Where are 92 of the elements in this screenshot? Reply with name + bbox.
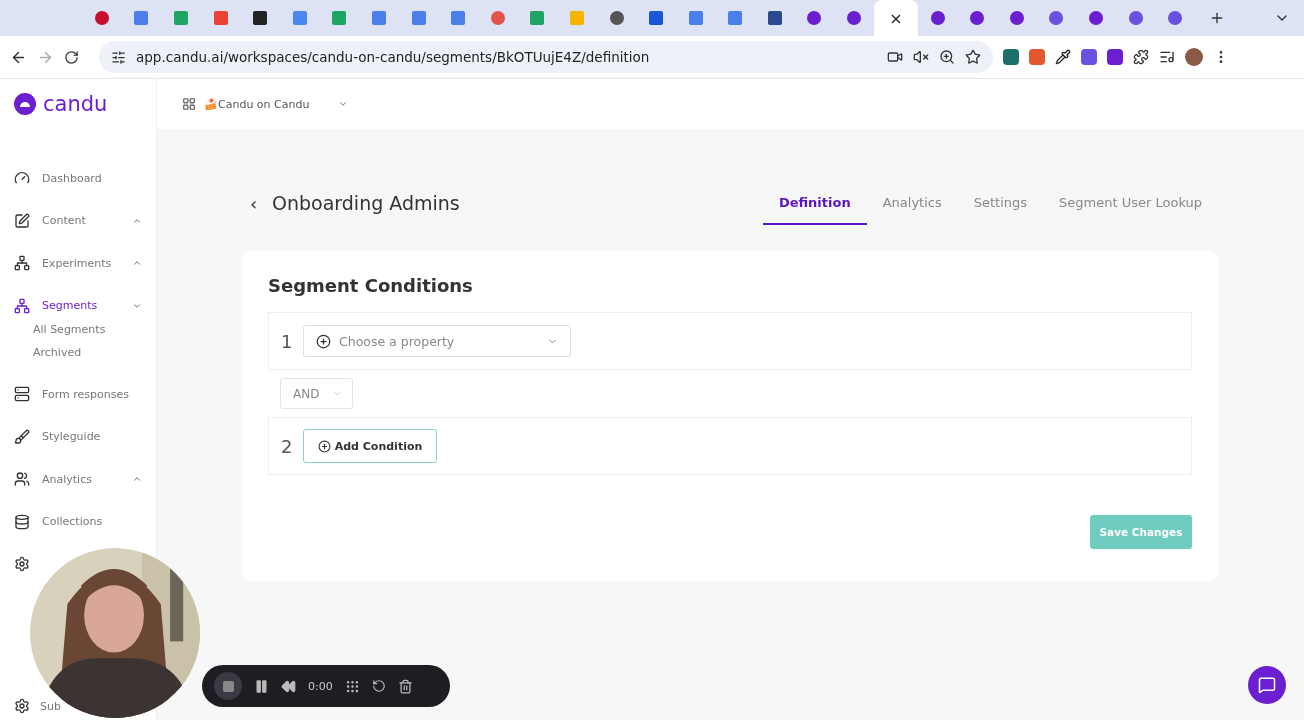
sidebar-item[interactable]: Analytics: [0, 468, 156, 490]
condition-number: 2: [281, 435, 293, 457]
camera-icon[interactable]: [887, 49, 903, 65]
rewind-icon[interactable]: [281, 678, 296, 694]
sidebar-item[interactable]: Collections: [0, 510, 103, 533]
tab-icon: [371, 11, 386, 25]
sidebar-item[interactable]: Content: [0, 209, 156, 232]
chat-icon: [1258, 676, 1276, 694]
extension-icon[interactable]: [1107, 49, 1123, 65]
grid-icon[interactable]: [344, 678, 360, 694]
site-settings-icon[interactable]: [111, 49, 126, 65]
stop-button[interactable]: [214, 672, 242, 700]
tab-icon: [930, 11, 945, 25]
condition-number: 1: [281, 330, 293, 352]
add-icon: [316, 333, 331, 349]
tab-icon: [970, 11, 985, 25]
workspace-selector[interactable]: 🍰Candu on Candu: [204, 97, 330, 111]
users-icon: [14, 471, 30, 487]
tab-icon: [609, 11, 624, 25]
chevron-down-icon: [338, 99, 348, 109]
extension-icon[interactable]: [1081, 49, 1097, 65]
page-tab[interactable]: Analytics: [866, 181, 958, 225]
database-icon: [14, 513, 30, 530]
sidebar-item[interactable]: Dashboard: [0, 167, 102, 189]
sidebar-item[interactable]: Segments: [0, 294, 156, 317]
tab-icon: [1009, 11, 1024, 25]
tab-icon: [292, 11, 307, 25]
tab-icon: [1089, 11, 1104, 25]
avatar-icon[interactable]: [1185, 48, 1203, 66]
page-tab[interactable]: Definition: [762, 181, 867, 225]
tab-icon: [174, 11, 188, 25]
section-heading: Segment Conditions: [268, 275, 474, 296]
extension-icon[interactable]: [1029, 49, 1045, 65]
address-bar[interactable]: app.candu.ai/workspaces/candu-on-candu/segments/BkOTUujE4Z/definition: [99, 41, 993, 73]
chat-button[interactable]: [1248, 666, 1286, 704]
settings-icon: [14, 556, 30, 572]
zoom-icon[interactable]: [939, 49, 955, 65]
trash-icon[interactable]: [397, 678, 413, 694]
sidebar-item[interactable]: Sub: [0, 695, 61, 717]
restart-icon[interactable]: [371, 679, 386, 693]
tab-icon: [213, 11, 228, 25]
extension-icon[interactable]: [1003, 49, 1019, 65]
chevron-down-icon: [333, 389, 343, 398]
tab-icon: [688, 11, 703, 25]
tab-icon: [807, 11, 822, 25]
back-button[interactable]: ‹: [242, 192, 272, 214]
tab-icon: [332, 11, 347, 25]
tab-icon: [847, 11, 862, 25]
page-title: Onboarding Admins: [272, 192, 461, 214]
tab-icon: [649, 11, 664, 25]
property-select[interactable]: Choose a property: [303, 325, 571, 357]
muted-icon[interactable]: [913, 49, 929, 65]
add-icon: [317, 439, 331, 453]
tab-icon: [1128, 11, 1143, 25]
tab-icon: [94, 11, 109, 25]
add-condition-button[interactable]: Add Condition: [303, 429, 437, 463]
page-tab[interactable]: Segment User Lookup: [1043, 181, 1218, 225]
tab-icon: [728, 11, 743, 25]
pause-icon[interactable]: [254, 678, 269, 694]
server-icon: [14, 386, 30, 402]
tab-icon: [569, 11, 584, 25]
gauge-icon: [14, 170, 30, 186]
recording-time: 0:00: [308, 679, 333, 693]
edit-icon: [14, 212, 30, 229]
logo-text: candu: [43, 92, 108, 116]
browser-tab[interactable]: ×: [873, 0, 918, 36]
sidebar-item[interactable]: Experiments: [0, 252, 156, 274]
tab-icon: [1049, 11, 1064, 25]
brush-icon: [14, 428, 30, 445]
tab-icon: [1168, 11, 1183, 25]
network-icon: [14, 297, 30, 314]
sidebar-item[interactable]: Form responses: [0, 383, 129, 405]
page-tab[interactable]: Settings: [957, 181, 1044, 225]
sidebar-item[interactable]: Styleguide: [0, 425, 101, 448]
tab-icon: [490, 11, 505, 25]
eyedropper-icon[interactable]: [1055, 49, 1071, 65]
grid-icon: [182, 97, 196, 111]
tab-icon: [253, 11, 268, 25]
tab-icon: [411, 11, 426, 25]
stop-icon: [221, 679, 235, 693]
settings-icon: [14, 698, 30, 714]
media-icon[interactable]: [1159, 49, 1175, 65]
tab-icon: [530, 11, 545, 25]
bookmark-icon[interactable]: [965, 49, 981, 65]
logo-icon: [13, 92, 37, 116]
operator-select[interactable]: AND: [280, 378, 353, 409]
tab-icon: [134, 11, 149, 25]
extensions-icon[interactable]: [1133, 49, 1149, 65]
reload-icon[interactable]: [64, 49, 79, 65]
network-icon: [14, 255, 30, 271]
tab-icon: [767, 11, 782, 25]
tab-icon: [451, 11, 466, 25]
